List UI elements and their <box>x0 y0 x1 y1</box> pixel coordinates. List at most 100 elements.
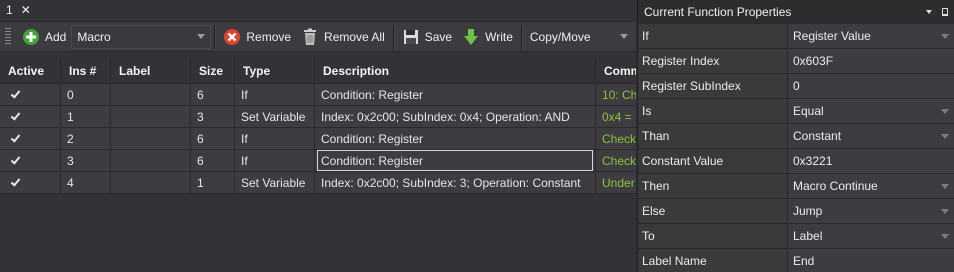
remove-all-button[interactable]: Remove All <box>296 24 390 50</box>
size-cell: 3 <box>191 106 235 127</box>
table-row[interactable]: 1 3 Set Variable Index: 0x2c00; SubIndex… <box>0 106 636 128</box>
column-header-comment[interactable]: Comm <box>596 58 636 83</box>
add-button[interactable]: Add <box>17 24 71 50</box>
active-cell <box>0 172 61 193</box>
property-value-select[interactable]: Equal <box>788 99 954 123</box>
column-header-active[interactable]: Active <box>0 58 61 83</box>
property-row-constant-value: Constant Value 0x3221 <box>638 149 954 174</box>
active-checkbox[interactable] <box>10 111 21 122</box>
remove-button[interactable]: Remove <box>218 24 296 50</box>
ins-cell: 4 <box>61 172 111 193</box>
toolbar-separator <box>520 24 522 49</box>
comment-cell[interactable]: Check <box>596 150 636 171</box>
active-checkbox[interactable] <box>10 177 21 188</box>
comment-cell[interactable]: 10: Ch <box>596 84 636 105</box>
table-row-selected[interactable]: 3 6 If Condition: Register Check <box>0 150 636 172</box>
column-header-description[interactable]: Description <box>315 58 596 83</box>
property-value: End <box>793 254 815 268</box>
column-header-label[interactable]: Label <box>111 58 191 83</box>
write-button[interactable]: Write <box>457 24 518 50</box>
active-checkbox[interactable] <box>10 89 21 100</box>
macro-editor-pane: 1 ✕ Add Macro Remove Remove All Save Wri… <box>0 0 636 272</box>
property-value-input[interactable]: 0x3221 <box>788 149 954 173</box>
size-cell: 6 <box>191 128 235 149</box>
comment-cell[interactable]: 0x4 = <box>596 106 636 127</box>
toolbar-separator <box>392 24 394 49</box>
table-row[interactable]: 4 1 Set Variable Index: 0x2c00; SubIndex… <box>0 172 636 194</box>
ins-cell: 3 <box>61 150 111 171</box>
property-value-input[interactable]: 0 <box>788 74 954 98</box>
macro-type-select[interactable]: Macro <box>71 24 212 49</box>
ins-cell: 2 <box>61 128 111 149</box>
property-name: To <box>638 224 788 248</box>
active-cell <box>0 84 61 105</box>
label-cell[interactable] <box>111 84 191 105</box>
property-value-select[interactable]: Label <box>788 224 954 248</box>
property-value-input[interactable]: End <box>788 249 954 272</box>
property-value-select[interactable]: Jump <box>788 199 954 223</box>
toolbar-grip[interactable] <box>5 27 11 46</box>
type-cell: If <box>235 84 315 105</box>
property-value-select[interactable]: Register Value <box>788 24 954 48</box>
type-cell: If <box>235 150 315 171</box>
property-value: Jump <box>793 204 823 218</box>
comment-cell[interactable]: Check <box>596 128 636 149</box>
close-tab-icon[interactable]: ✕ <box>21 3 31 17</box>
property-value-input[interactable]: 0x603F <box>788 49 954 73</box>
label-cell[interactable] <box>111 172 191 193</box>
table-row[interactable]: 2 6 If Condition: Register Check <box>0 128 636 150</box>
property-row-register-index: Register Index 0x603F <box>638 49 954 74</box>
chevron-down-icon[interactable] <box>941 108 949 114</box>
property-value-select[interactable]: Macro Continue <box>788 174 954 198</box>
ins-cell: 1 <box>61 106 111 127</box>
save-icon <box>402 28 420 46</box>
properties-panel-title: Current Function Properties <box>644 5 792 19</box>
active-checkbox[interactable] <box>10 155 21 166</box>
property-name: If <box>638 24 788 48</box>
type-cell: Set Variable <box>235 172 315 193</box>
remove-label: Remove <box>246 29 292 44</box>
properties-panel-header: Current Function Properties <box>638 0 954 24</box>
active-cell <box>0 106 61 127</box>
active-checkbox[interactable] <box>10 133 21 144</box>
description-cell-focused[interactable]: Condition: Register <box>315 150 596 171</box>
column-header-size[interactable]: Size <box>191 58 235 83</box>
property-value: Register Value <box>793 29 871 43</box>
description-cell: Condition: Register <box>315 128 596 149</box>
column-header-ins[interactable]: Ins # <box>61 58 111 83</box>
property-row-else: Else Jump <box>638 199 954 224</box>
save-label: Save <box>424 29 453 44</box>
save-button[interactable]: Save <box>397 24 457 50</box>
panel-menu-icon[interactable] <box>926 10 932 14</box>
toolbar-separator <box>214 24 216 49</box>
table-row[interactable]: 0 6 If Condition: Register 10: Ch <box>0 84 636 106</box>
property-row-if: If Register Value <box>638 24 954 49</box>
chevron-down-icon[interactable] <box>941 233 949 239</box>
trash-icon <box>301 28 319 46</box>
property-value: 0x603F <box>793 54 834 68</box>
label-cell[interactable] <box>111 150 191 171</box>
type-cell: Set Variable <box>235 106 315 127</box>
property-value-select[interactable]: Constant <box>788 124 954 148</box>
properties-panel: Current Function Properties If Register … <box>637 0 954 272</box>
pin-icon[interactable] <box>942 8 948 16</box>
label-cell[interactable] <box>111 128 191 149</box>
label-cell[interactable] <box>111 106 191 127</box>
size-cell: 1 <box>191 172 235 193</box>
chevron-down-icon <box>197 34 206 39</box>
chevron-down-icon[interactable] <box>941 208 949 214</box>
macro-table: Active Ins # Label Size Type Description… <box>0 58 636 194</box>
column-header-type[interactable]: Type <box>235 58 315 83</box>
size-cell: 6 <box>191 84 235 105</box>
table-header-row: Active Ins # Label Size Type Description… <box>0 58 636 84</box>
arrow-down-icon <box>462 28 480 46</box>
chevron-down-icon[interactable] <box>941 133 949 139</box>
write-label: Write <box>485 29 513 44</box>
property-row-is: Is Equal <box>638 99 954 124</box>
document-tab[interactable]: 1 ✕ <box>0 0 31 20</box>
chevron-down-icon[interactable] <box>941 183 949 189</box>
comment-cell[interactable]: Under <box>596 172 636 193</box>
copy-move-value: Copy/Move <box>529 29 591 44</box>
copy-move-select[interactable]: Copy/Move <box>525 25 633 49</box>
chevron-down-icon[interactable] <box>941 33 949 39</box>
